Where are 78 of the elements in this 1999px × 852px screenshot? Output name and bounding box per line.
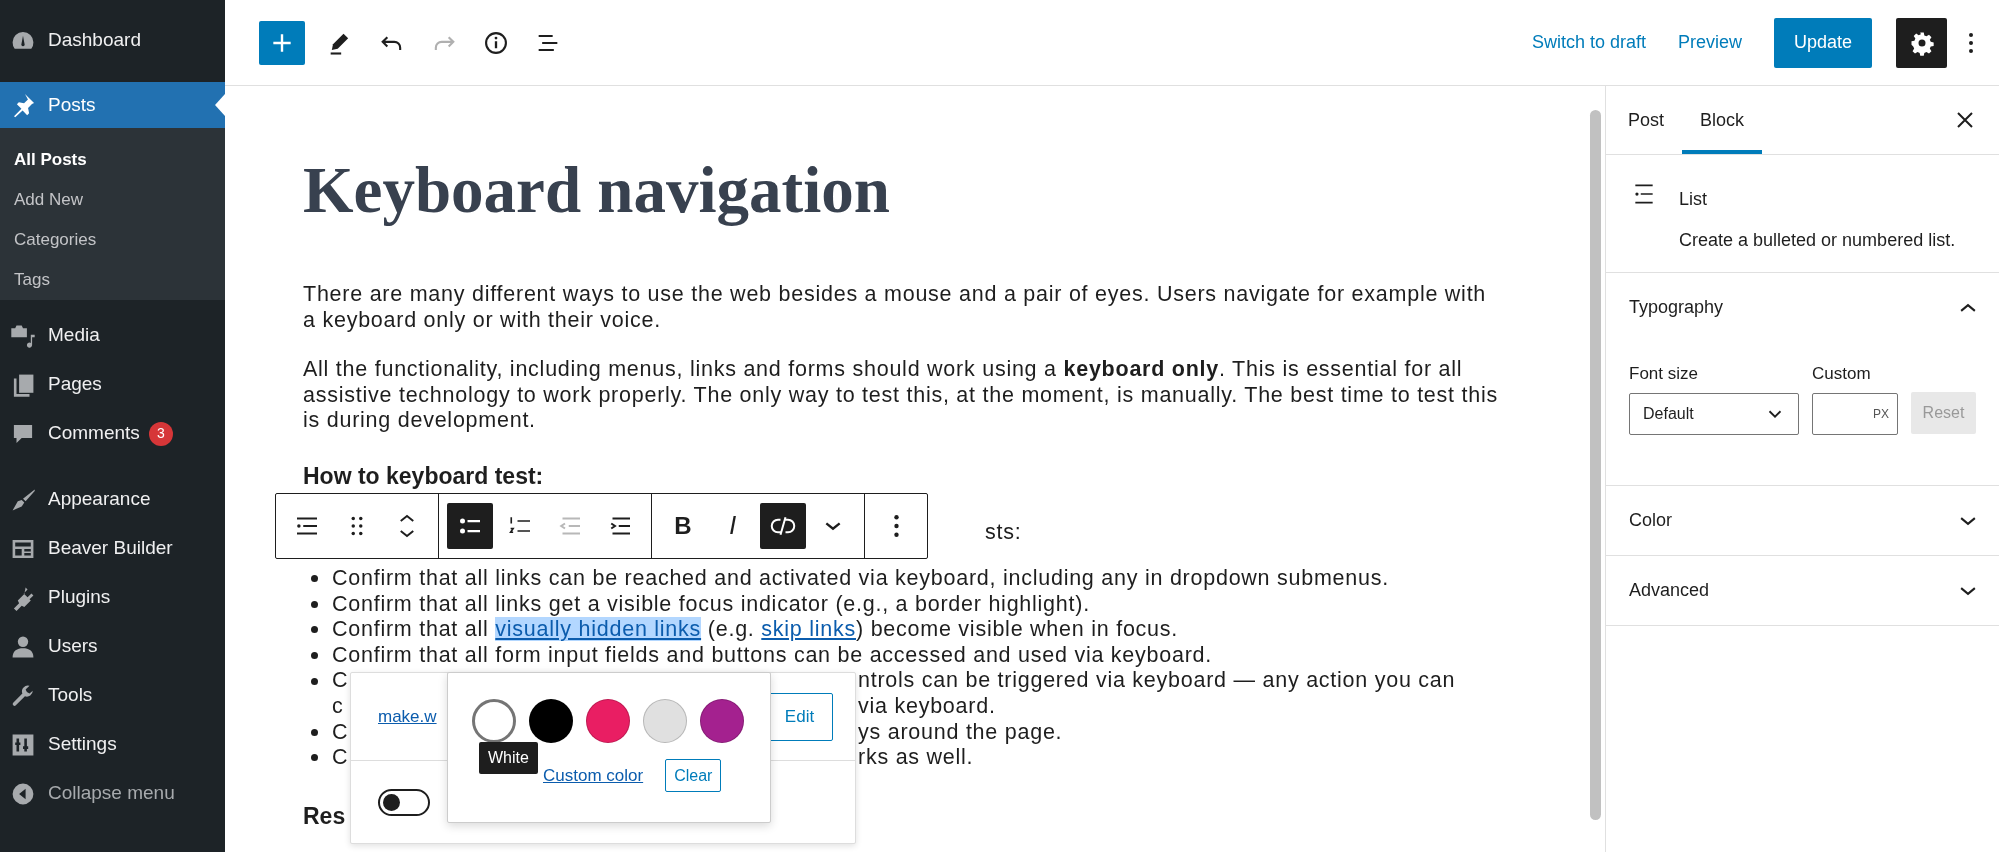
list-item-text: via keyboard. [858, 693, 996, 720]
collapse-menu-button[interactable]: Collapse menu [0, 769, 225, 818]
list-item-text: Confirm that all form input fields and buttons can be accessed and used via keyboard. [332, 642, 1213, 669]
chevron-down-icon [825, 521, 841, 531]
chevron-up-icon [1960, 302, 1976, 313]
toggle-switch[interactable] [378, 788, 430, 816]
section-header[interactable]: Color [1629, 486, 1976, 555]
block-description: Create a bulleted or numbered list. [1679, 229, 1956, 252]
section-header[interactable]: Advanced [1629, 556, 1976, 625]
post-title: Keyboard navigation [303, 154, 891, 226]
italic-button[interactable]: I [710, 503, 756, 549]
tooltip: White [479, 742, 538, 774]
bullet-icon [311, 728, 318, 736]
bold-button[interactable]: B [660, 503, 706, 549]
chevron-down-icon [1960, 515, 1976, 526]
bullet-icon [311, 754, 318, 762]
link[interactable]: skip links [761, 617, 856, 642]
paragraph: There are many different ways to use the web besides a mouse and a pair of eyes. Users navigate for example with a keyboard only or with their voice. [303, 282, 1488, 334]
custom-size-field[interactable]: PX [1812, 393, 1898, 435]
menu-item[interactable]: Beaver Builder [0, 524, 225, 573]
panel-tab[interactable]: Block [1682, 86, 1763, 154]
custom-color-link[interactable]: Custom color [543, 762, 644, 789]
link[interactable]: make.w [378, 703, 437, 730]
menu-item[interactable]: Settings [0, 720, 225, 769]
menu-item[interactable]: Posts [0, 82, 225, 128]
field-label: Custom [1812, 363, 1872, 383]
bullet-icon [311, 652, 318, 660]
update-button[interactable]: Update [1773, 17, 1872, 68]
section-header[interactable]: Typography [1629, 273, 1976, 342]
menu-item[interactable]: Users [0, 622, 225, 671]
list-item-text: C [332, 719, 349, 746]
color-swatch[interactable] [472, 699, 516, 743]
field-label: Font size [1629, 363, 1699, 383]
current-indicator [215, 94, 225, 116]
menu-item[interactable]: Comments 3 [0, 409, 225, 458]
heading: Res [303, 801, 346, 831]
list-item-text: ys around the page. [858, 719, 1063, 746]
submenu-item[interactable]: Tags [0, 260, 225, 300]
menu-item[interactable]: Appearance [0, 475, 225, 524]
heading: How to keyboard test: [303, 461, 544, 491]
link[interactable]: visually hidden links [495, 617, 702, 642]
unlink-button[interactable] [760, 503, 806, 549]
bullet-icon [311, 600, 318, 608]
list-item-text: C [332, 668, 349, 694]
block-name: List [1679, 188, 1708, 211]
list-item-text: Confirm that all links can be reached and activated via keyboard, including any in dropdown submenus. [332, 565, 1389, 592]
add-block-button[interactable] [259, 20, 305, 65]
chevron-down-icon [1960, 585, 1976, 596]
bulleted-list-button[interactable] [447, 503, 493, 549]
panel-tab[interactable]: Post [1610, 86, 1683, 154]
paragraph: All the functionality, including menus, links and forms should work using a keyboard only. This is essential for all assistive technology to work properly. The only way to test this, at the moment, is manually. The best time to test this is during development. [303, 357, 1499, 434]
menu-item[interactable]: Tools [0, 671, 225, 720]
paragraph: sts: [985, 518, 1023, 545]
more-vertical-icon [893, 515, 899, 537]
count-badge: 3 [148, 421, 173, 446]
submenu-item[interactable]: Add New [0, 180, 225, 220]
more-vertical-icon [1968, 30, 1974, 55]
header-link[interactable]: Preview [1677, 29, 1742, 56]
submenu-item[interactable]: All Posts [0, 140, 225, 180]
list-item-text: ntrols can be triggered via keyboard — any action you can [858, 668, 1456, 694]
submenu-item[interactable]: Categories [0, 220, 225, 260]
list-item-text: c [332, 693, 344, 720]
clear-button[interactable]: Clear [665, 759, 722, 792]
font-size-select[interactable]: Default [1629, 393, 1799, 435]
bullet-icon [311, 575, 318, 583]
list-item-text: C [332, 745, 349, 771]
settings-button[interactable] [1896, 17, 1947, 68]
bullet-icon [311, 677, 318, 685]
list-item-text: Confirm that all visually hidden links (e.g. skip links) become visible when in focus. [332, 617, 1179, 643]
menu-item[interactable]: Media [0, 311, 225, 360]
menu-item[interactable]: Plugins [0, 573, 225, 622]
header-link[interactable]: Switch to draft [1531, 29, 1646, 56]
menu-item[interactable]: Pages [0, 360, 225, 409]
scrollbar-thumb[interactable] [1590, 110, 1601, 820]
bullet-icon [311, 626, 318, 634]
list-item-text: rks as well. [858, 745, 974, 771]
list-item-text: Confirm that all links get a visible focus indicator (e.g., a border highlight). [332, 591, 1090, 618]
menu-item[interactable]: Dashboard [0, 16, 225, 65]
